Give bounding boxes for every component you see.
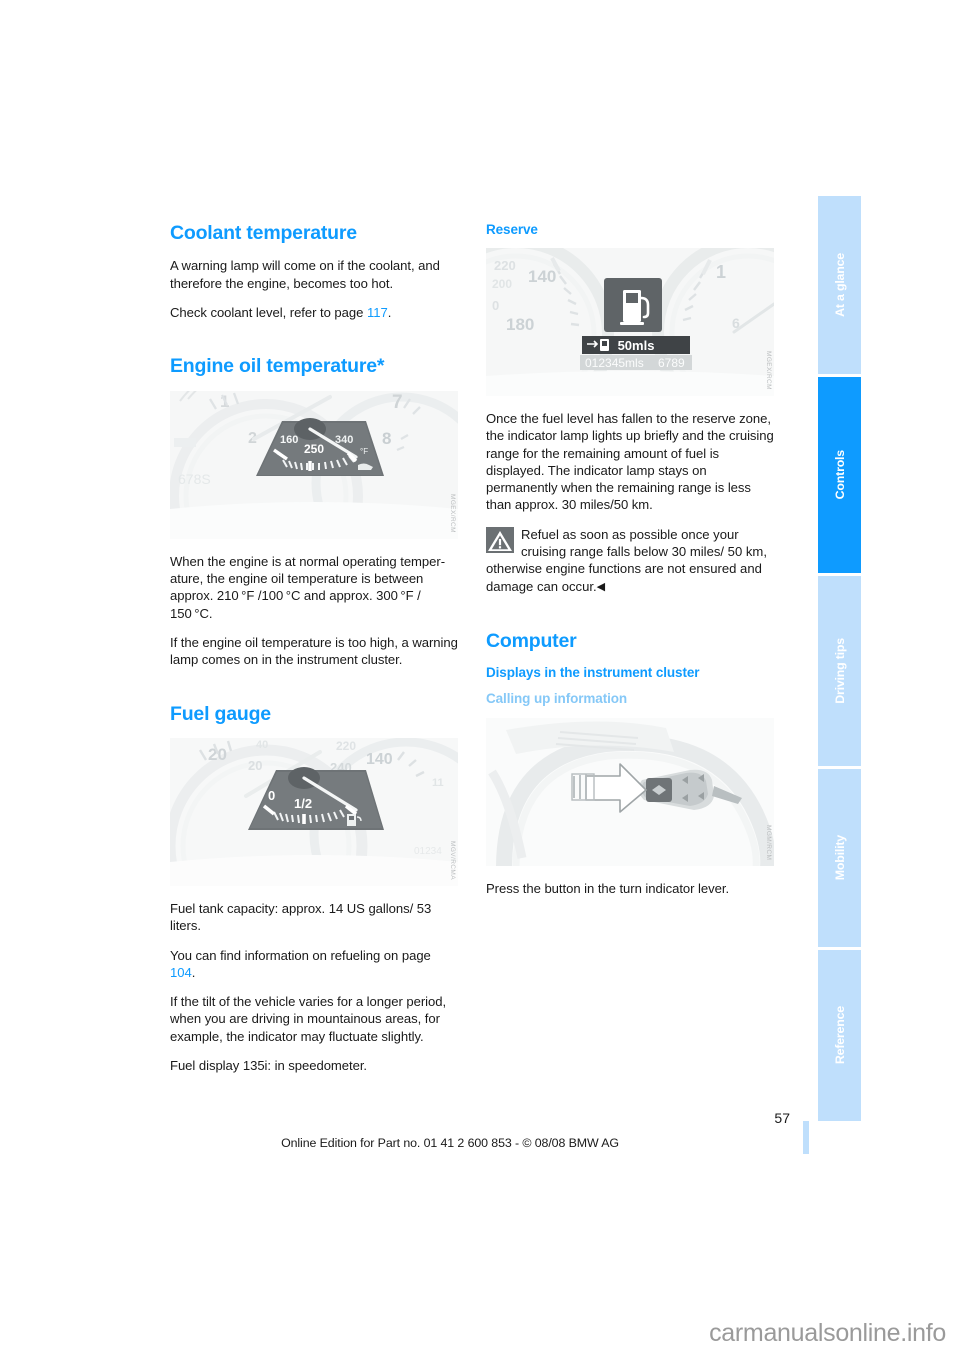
speed-220: 220 xyxy=(494,258,516,273)
coolant-temperature-heading: Coolant temperature xyxy=(170,222,357,244)
rail-tab-label: Reference xyxy=(832,1006,847,1065)
page-number: 57 xyxy=(774,1110,790,1126)
rail-tab-label: Mobility xyxy=(832,835,847,881)
rail-tab-mobility[interactable]: Mobility xyxy=(818,769,861,947)
svg-text:220: 220 xyxy=(336,739,356,753)
svg-text:140: 140 xyxy=(366,751,393,768)
speed-200: 200 xyxy=(492,277,512,291)
figure-code: MGV/RCMA xyxy=(449,840,456,880)
speed-0: 0 xyxy=(492,298,499,313)
engine-oil-temperature-heading: Engine oil temperature* xyxy=(170,355,385,378)
reserve-heading: Reserve xyxy=(486,222,538,237)
manual-page: Coolant temperature A warning lamp will … xyxy=(0,0,960,1358)
oil-tick-160: 160 xyxy=(280,434,298,446)
fuel-gauge-heading: Fuel gauge xyxy=(170,702,271,725)
rail-tab-controls[interactable]: Controls xyxy=(818,377,861,573)
fuel-tick-0: 0 xyxy=(268,788,275,803)
fuel-paragraph-4: Fuel display 135i: in speedometer. xyxy=(170,1058,368,1074)
svg-text:6: 6 xyxy=(732,315,740,331)
trip-label: 6789 xyxy=(658,356,685,370)
computer-paragraph-1: Press the button in the turn indicator l… xyxy=(486,881,730,897)
note-end-marker: ◀ xyxy=(596,580,606,593)
rail-tab-label: Driving tips xyxy=(832,638,847,704)
fuel-p2-period: . xyxy=(191,964,196,980)
svg-text:7: 7 xyxy=(392,392,403,413)
page-reference-104[interactable]: 104 xyxy=(170,965,192,980)
svg-text:20: 20 xyxy=(248,758,262,773)
figure-code: MGM/RCM xyxy=(765,825,772,861)
rail-tab-label: Controls xyxy=(832,450,847,500)
engine-oil-gauge-figure: 1 2 7 8 678S xyxy=(170,390,458,539)
svg-text:01234: 01234 xyxy=(414,846,442,857)
figure-code: MGEX/RCM xyxy=(765,351,772,390)
svg-text:8: 8 xyxy=(382,429,391,448)
reserve-warning-note: Refuel as soon as possible once your cru… xyxy=(486,526,774,596)
fuel-gauge-image: 20 20 40 220 240 260 160 140 11 xyxy=(170,737,458,886)
warning-triangle-icon xyxy=(486,526,514,553)
oil-unit-f: °F xyxy=(360,447,368,456)
engine-oil-paragraph-1: When the engine is at normal operating t… xyxy=(170,553,446,621)
fuel-paragraph-2: You can find information on refueling on… xyxy=(170,947,458,982)
section-tab-rail: At a glance Controls Driving tips Mobili… xyxy=(818,196,861,1121)
svg-text:40: 40 xyxy=(256,739,268,751)
reserve-paragraph-1: Once the fuel level has fallen to the re… xyxy=(486,411,774,513)
coolant-paragraph-1: A warning lamp will come on if the coola… xyxy=(170,258,440,291)
left-column: Coolant temperature A warning lamp will … xyxy=(170,222,458,1074)
figure-code: MGEX/RCM xyxy=(449,493,456,533)
svg-text:678S: 678S xyxy=(178,471,211,487)
site-watermark: carmanualsonline.info xyxy=(709,1319,946,1347)
tach-1: 1 xyxy=(716,262,726,282)
svg-text:11: 11 xyxy=(432,777,444,789)
coolant-paragraph-2: Check coolant level, refer to page 117. xyxy=(170,304,458,321)
rail-tab-driving-tips[interactable]: Driving tips xyxy=(818,576,861,766)
reserve-note-text: Refuel as soon as possible once your cru… xyxy=(486,526,767,594)
speed-180: 180 xyxy=(506,315,534,334)
computer-heading: Computer xyxy=(486,629,577,652)
fuel-p2-text: You can find information on refueling on… xyxy=(170,947,431,963)
rail-tab-at-a-glance[interactable]: At a glance xyxy=(818,196,861,374)
fuel-paragraph-1: Fuel tank capacity: approx. 14 US gallon… xyxy=(170,900,432,934)
turn-indicator-lever-figure: MGM/RCM xyxy=(486,718,774,867)
svg-text:20: 20 xyxy=(208,745,227,764)
speed-140: 140 xyxy=(528,267,556,286)
reserve-display-figure: 220 200 0 140 180 1 6 50mls 012345mls 67… xyxy=(486,248,774,396)
oil-tick-340: 340 xyxy=(335,434,353,446)
right-column: Reserve 220 200 0 140 180 1 6 50mls 0123… xyxy=(486,222,774,898)
fuel-paragraph-3: If the tilt of the vehicle varies for a … xyxy=(170,994,447,1044)
fuel-tick-half: 1/2 xyxy=(294,796,312,811)
range-value-label: 50mls xyxy=(618,338,655,353)
engine-oil-gauge-image: 1 2 7 8 678S xyxy=(170,390,458,539)
reserve-display-image: 220 200 0 140 180 1 6 50mls 012345mls 67… xyxy=(486,248,774,396)
footer-edition-note: Online Edition for Part no. 01 41 2 600 … xyxy=(281,1136,619,1150)
engine-oil-paragraph-2: If the engine oil temperature is too hig… xyxy=(170,634,458,668)
rail-tab-label: At a glance xyxy=(832,253,847,317)
fuel-gauge-figure: 20 20 40 220 240 260 160 140 11 xyxy=(170,737,458,886)
oil-tick-250: 250 xyxy=(304,442,324,456)
coolant-p2-period: . xyxy=(387,305,392,321)
turn-indicator-lever-image xyxy=(486,718,774,867)
page-reference-117[interactable]: 117 xyxy=(367,305,388,320)
calling-up-information-heading: Calling up information xyxy=(486,691,628,707)
footer-rule xyxy=(803,1121,809,1154)
computer-subheading: Displays in the instrument cluster xyxy=(486,665,700,681)
odometer-label: 012345mls xyxy=(585,356,644,370)
rail-tab-reference[interactable]: Reference xyxy=(818,950,861,1121)
coolant-p2-text: Check coolant level, refer to page xyxy=(170,305,364,321)
